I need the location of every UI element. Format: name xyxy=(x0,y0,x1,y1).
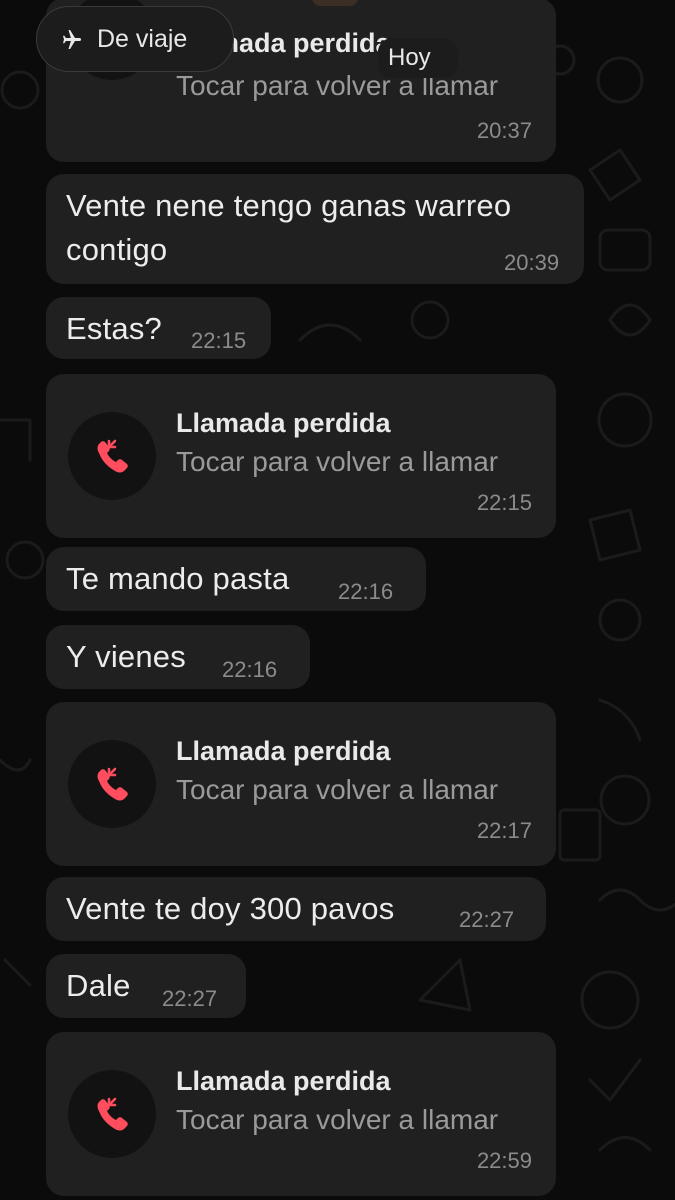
message-text: Estas? xyxy=(66,311,162,346)
status-chip-label: De viaje xyxy=(97,25,188,53)
message-time: 22:15 xyxy=(476,490,532,515)
message-time: 22:17 xyxy=(476,818,532,843)
missed-call-icon xyxy=(68,1070,156,1158)
message-time: 22:27 xyxy=(459,907,515,932)
status-chip[interactable]: De viaje xyxy=(36,6,234,72)
message-text-line-1: Vente nene tengo ganas warreo xyxy=(66,188,512,223)
missed-call-title: Llamada perdida xyxy=(176,736,391,766)
message-bubble[interactable]: Y vienes 22:16 xyxy=(46,625,310,689)
message-time: 20:37 xyxy=(476,118,532,143)
message-text-line-2: contigo xyxy=(66,232,168,267)
missed-call-icon xyxy=(68,740,156,828)
missed-call-title: Llamada perdida xyxy=(176,1066,391,1096)
message-time: 22:27 xyxy=(162,986,218,1011)
message-bubble[interactable]: Vente nene tengo ganas warreo contigo 20… xyxy=(46,174,584,284)
message-text: Vente te doy 300 pavos xyxy=(66,891,395,926)
message-time: 22:16 xyxy=(338,579,394,604)
message-time: 22:16 xyxy=(222,657,278,682)
missed-call-title: Llamada perdida xyxy=(176,408,391,438)
message-bubble[interactable]: Te mando pasta 22:16 xyxy=(46,547,426,611)
date-separator: Hoy xyxy=(378,38,458,78)
missed-call-subtitle: Tocar para volver a llamar xyxy=(176,774,499,805)
missed-call-subtitle: Tocar para volver a llamar xyxy=(176,1104,499,1135)
missed-call-bubble[interactable]: Llamada perdida Tocar para volver a llam… xyxy=(46,1032,556,1196)
message-time: 20:39 xyxy=(504,250,560,275)
missed-call-icon xyxy=(68,412,156,500)
message-text: Te mando pasta xyxy=(66,561,290,596)
message-bubble[interactable]: Vente te doy 300 pavos 22:27 xyxy=(46,877,546,941)
message-time: 22:15 xyxy=(191,328,247,353)
message-bubble[interactable]: Estas? 22:15 xyxy=(46,297,271,359)
airplane-icon xyxy=(63,30,81,49)
missed-call-bubble[interactable]: Llamada perdida Tocar para volver a llam… xyxy=(46,374,556,538)
top-edge-nub xyxy=(312,0,358,6)
missed-call-subtitle: Tocar para volver a llamar xyxy=(176,446,499,477)
message-list[interactable]: Llamada perdida Tocar para volver a llam… xyxy=(0,0,675,1200)
message-bubble[interactable]: Dale 22:27 xyxy=(46,954,246,1018)
message-time: 22:59 xyxy=(476,1148,532,1173)
missed-call-bubble[interactable]: Llamada perdida Tocar para volver a llam… xyxy=(46,702,556,866)
date-separator-label: Hoy xyxy=(388,44,431,71)
message-text: Y vienes xyxy=(66,639,186,674)
message-text: Dale xyxy=(66,968,131,1003)
